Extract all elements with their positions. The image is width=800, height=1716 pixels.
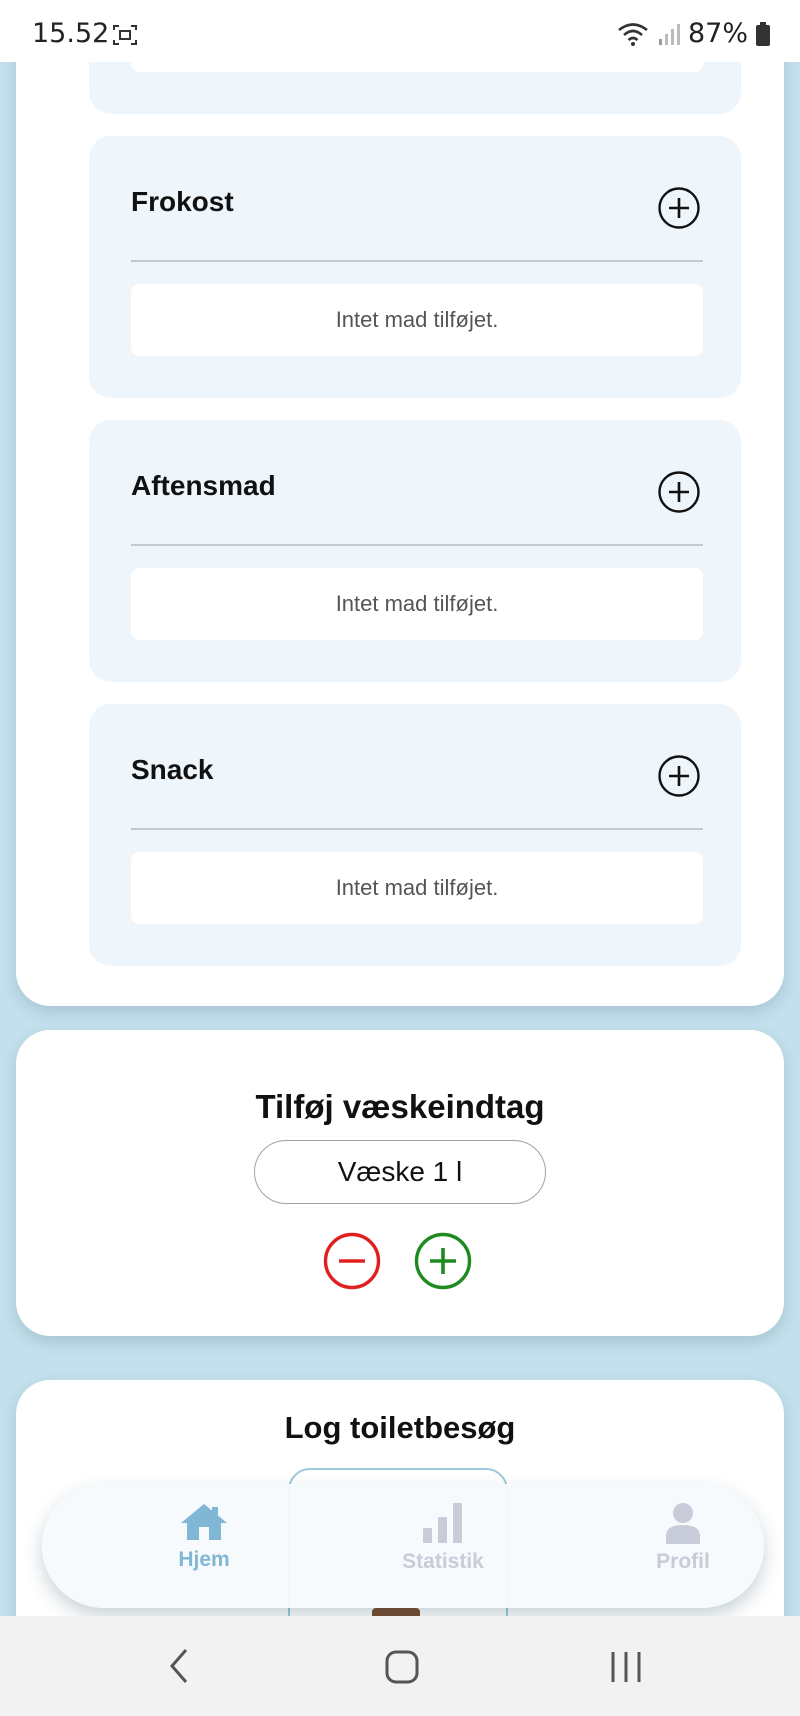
add-food-button[interactable] [657, 186, 701, 230]
meal-divider [131, 828, 703, 830]
status-time: 15.52 [32, 18, 110, 49]
nav-label-profile: Profil [656, 1550, 710, 1573]
meal-divider [131, 260, 703, 262]
liquid-amount-display: Væske 1 l [254, 1140, 546, 1204]
recents-icon[interactable] [608, 1646, 644, 1686]
bar-chart-icon [423, 1503, 462, 1543]
meal-card-frokost: Frokost Intet mad tilføjet. [89, 136, 741, 398]
wifi-icon [618, 22, 648, 46]
status-icons: 87% [616, 18, 770, 49]
meal-card-aftensmad: Aftensmad Intet mad tilføjet. [89, 420, 741, 682]
liquid-title: Tilføj væskeindtag [255, 1088, 545, 1125]
home-button-icon[interactable] [384, 1646, 420, 1686]
system-nav-bar [0, 1616, 800, 1716]
meal-title: Aftensmad [131, 470, 276, 501]
battery-icon [756, 21, 770, 46]
add-food-button[interactable] [657, 470, 701, 514]
signal-icon [658, 23, 680, 45]
home-icon [181, 1504, 227, 1540]
nav-label-statistics: Statistik [402, 1550, 484, 1573]
meal-divider [131, 544, 703, 546]
meal-title: Frokost [131, 186, 234, 217]
meal-empty-state: Intet mad tilføjet. [131, 568, 703, 640]
meal-card-snack: Snack Intet mad tilføjet. [89, 704, 741, 966]
increase-liquid-button[interactable] [414, 1232, 472, 1290]
meals-card: Frokost Intet mad tilføjet. Aftensmad In… [16, 20, 784, 1006]
nav-item-home[interactable]: Hjem [124, 1502, 284, 1572]
meal-title: Snack [131, 754, 214, 785]
nav-item-profile[interactable]: Profil [603, 1502, 763, 1574]
nav-label-home: Hjem [178, 1548, 230, 1571]
status-bar: 15.52 87% [0, 0, 800, 62]
nav-item-statistics[interactable]: Statistik [363, 1502, 523, 1574]
add-food-button[interactable] [657, 754, 701, 798]
liquid-intake-card: Tilføj væskeindtag Væske 1 l [16, 1030, 784, 1336]
back-icon[interactable] [164, 1646, 194, 1686]
meal-empty-state: Intet mad tilføjet. [131, 852, 703, 924]
toilet-title: Log toiletbesøg [284, 1410, 516, 1445]
battery-percent: 87% [687, 18, 748, 49]
screenshot-icon [113, 25, 137, 45]
decrease-liquid-button[interactable] [323, 1232, 381, 1290]
person-icon [666, 1503, 700, 1544]
bottom-nav: Hjem Statistik Profil [42, 1484, 764, 1608]
meal-empty-state: Intet mad tilføjet. [131, 284, 703, 356]
